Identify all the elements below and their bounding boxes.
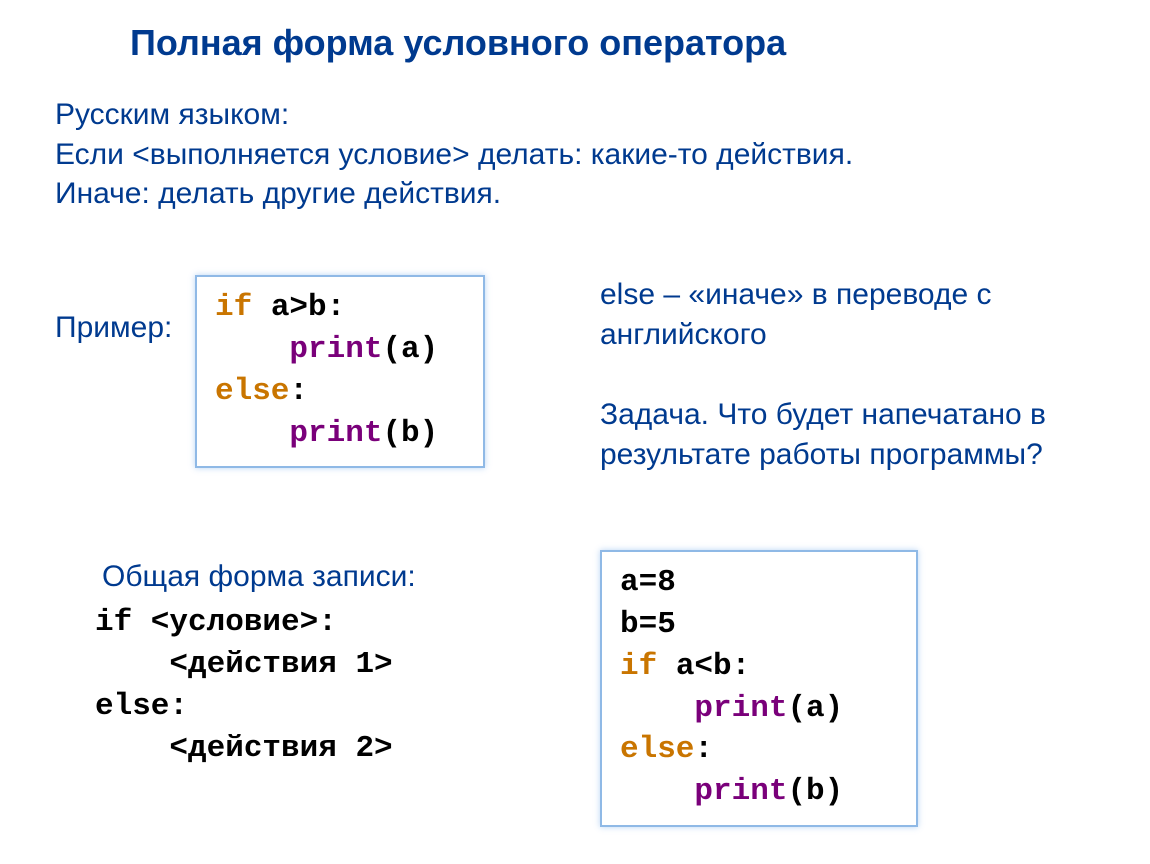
cond-ab: a>b: [252, 290, 326, 325]
fn-print: print: [694, 774, 787, 809]
gf-line-3: else:: [95, 689, 188, 724]
kw-else: else: [215, 374, 289, 409]
slide-title: Полная форма условного оператора: [130, 22, 786, 64]
fn-print: print: [694, 691, 787, 726]
else-note: else – «иначе» в переводе с английского: [600, 275, 1120, 354]
general-form-title: Общая форма записи:: [102, 560, 416, 594]
kw-else: else: [620, 732, 694, 767]
fn-print: print: [289, 416, 382, 451]
colon: :: [694, 732, 713, 767]
example-label: Пример:: [55, 311, 172, 345]
assign-b: b=5: [620, 607, 676, 642]
intro-line-1: Русским языком:: [55, 95, 1095, 135]
kw-if: if: [215, 290, 252, 325]
arg-b: (b): [787, 774, 843, 809]
task-note: Задача. Что будет напечатано в результат…: [600, 395, 1120, 474]
colon: :: [289, 374, 308, 409]
arg-b: (b): [382, 416, 438, 451]
colon: :: [732, 649, 751, 684]
assign-a: a=8: [620, 565, 676, 600]
general-form-code: if <условие>: <действия 1> else: <действ…: [95, 602, 393, 769]
gf-line-4: <действия 2>: [95, 731, 393, 766]
arg-a: (a): [382, 332, 438, 367]
task-code-box: a=8 b=5 if a<b: print(a) else: print(b): [600, 550, 918, 827]
intro-text: Русским языком: Если <выполняется услови…: [55, 95, 1095, 214]
arg-a: (a): [787, 691, 843, 726]
task-code: a=8 b=5 if a<b: print(a) else: print(b): [620, 562, 898, 813]
kw-if: if: [620, 649, 657, 684]
fn-print: print: [289, 332, 382, 367]
colon: :: [327, 290, 346, 325]
example-code-box: if a>b: print(a) else: print(b): [195, 275, 485, 468]
intro-line-3: Иначе: делать другие действия.: [55, 174, 1095, 214]
gf-line-2: <действия 1>: [95, 647, 393, 682]
cond-ab: a<b: [657, 649, 731, 684]
slide: Полная форма условного оператора Русским…: [0, 0, 1150, 864]
example-code: if a>b: print(a) else: print(b): [215, 287, 465, 454]
intro-line-2: Если <выполняется условие> делать: какие…: [55, 135, 1095, 175]
gf-line-1: if <условие>:: [95, 605, 337, 640]
